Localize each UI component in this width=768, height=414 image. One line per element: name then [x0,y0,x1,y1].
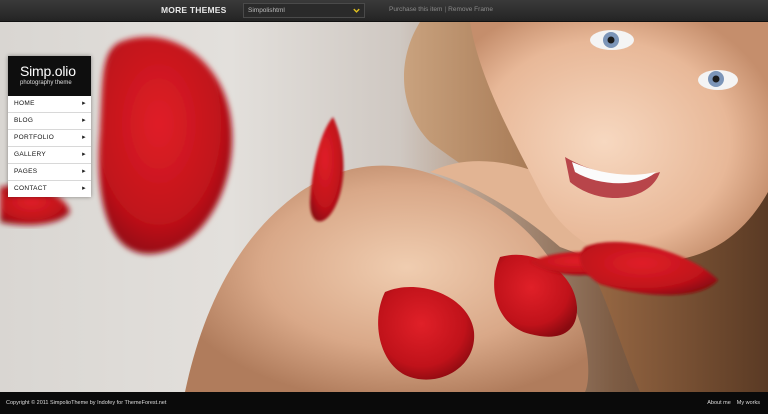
chevron-right-icon: ▸ [82,185,86,192]
hero-photo: Simp.olio photography theme HOME ▸ BLOG ▸ … [0,22,768,392]
chevron-right-icon: ▸ [82,100,86,107]
nav-item-label: HOME [14,100,35,107]
nav-item-label: PAGES [14,168,38,175]
nav-item-pages[interactable]: PAGES ▸ [8,164,91,181]
nav-item-label: CONTACT [14,185,48,192]
works-link[interactable]: My works [737,400,760,406]
chevron-right-icon: ▸ [82,151,86,158]
nav-item-gallery[interactable]: GALLERY ▸ [8,147,91,164]
nav-item-home[interactable]: HOME ▸ [8,96,91,113]
top-links: Purchase this item | Remove Frame [389,6,493,13]
logo[interactable]: Simp.olio photography theme [8,56,91,96]
nav-item-contact[interactable]: CONTACT ▸ [8,181,91,197]
theme-selector-value: Simpolishtml [248,7,285,14]
nav-item-label: PORTFOLIO [14,134,55,141]
nav-list: HOME ▸ BLOG ▸ PORTFOLIO ▸ GALLERY ▸ PAGES ▸ C… [8,96,91,197]
footer: Copyright © 2011 SimpolioTheme by Indofe… [0,392,768,414]
more-themes-label: MORE THEMES [161,5,227,15]
about-link[interactable]: About me [707,400,731,406]
purchase-link[interactable]: Purchase this item [389,6,442,13]
footer-links: About me My works [701,400,760,406]
petal-large-blurred [98,36,233,255]
theme-selector[interactable]: Simpolishtml [243,3,365,18]
nav-item-label: BLOG [14,117,34,124]
chevron-right-icon: ▸ [82,134,86,141]
copyright-text: Copyright © 2011 SimpolioTheme by Indofe… [6,400,167,406]
hero-illustration [0,22,768,392]
side-menu: Simp.olio photography theme HOME ▸ BLOG ▸ … [8,56,91,197]
nav-item-label: GALLERY [14,151,46,158]
top-bar: MORE THEMES Simpolishtml Purchase this i… [0,0,768,22]
chevron-right-icon: ▸ [82,168,86,175]
nav-item-blog[interactable]: BLOG ▸ [8,113,91,130]
chevron-down-icon [353,8,360,13]
logo-title: Simp.olio [20,63,76,79]
logo-subtitle: photography theme [20,80,72,86]
remove-frame-link[interactable]: Remove Frame [448,6,493,13]
nav-item-portfolio[interactable]: PORTFOLIO ▸ [8,130,91,147]
chevron-right-icon: ▸ [82,117,86,124]
